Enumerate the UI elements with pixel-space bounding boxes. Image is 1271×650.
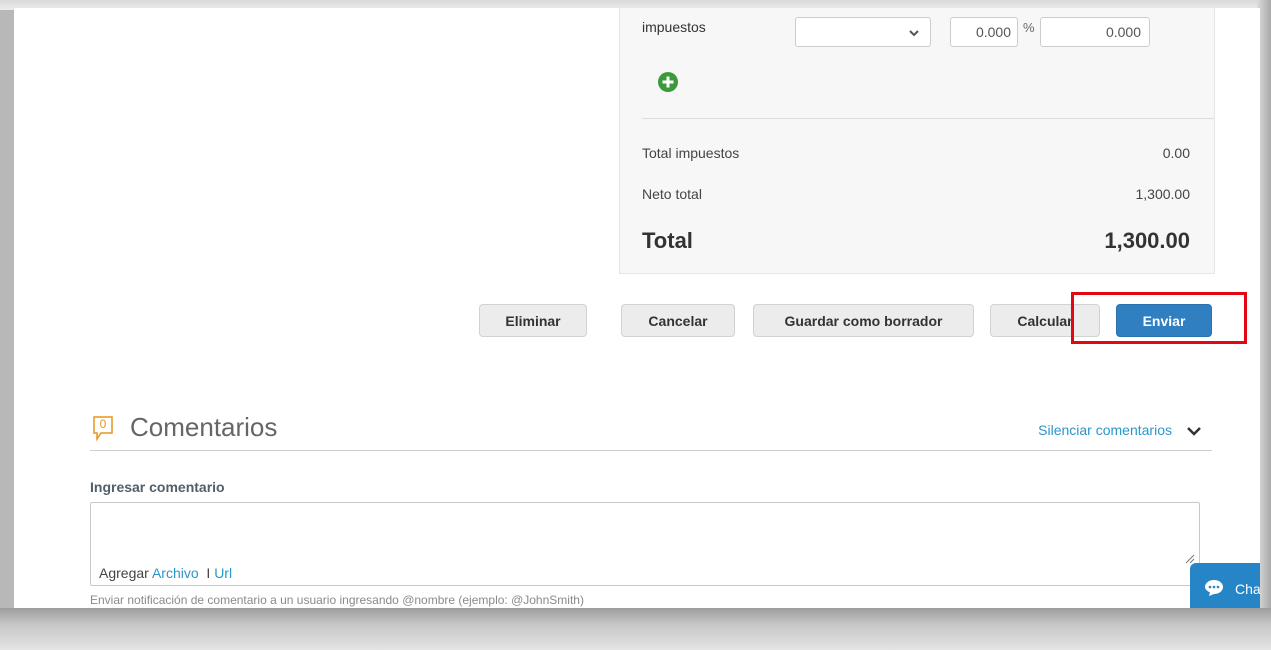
grand-total-value: 1,300.00 <box>1104 228 1190 253</box>
comment-input-label: Ingresar comentario <box>90 479 225 495</box>
mention-hint: Enviar notificación de comentario a un u… <box>90 593 584 607</box>
net-total-value: 1,300.00 <box>1135 186 1191 202</box>
tax-percent-input[interactable] <box>950 17 1018 47</box>
net-total-label: Neto total <box>642 186 702 202</box>
chevron-down-icon <box>908 26 920 44</box>
attach-url-link[interactable]: Url <box>214 565 232 581</box>
attach-file-link[interactable]: Archivo <box>152 565 199 581</box>
add-tax-icon[interactable] <box>657 71 679 93</box>
send-button[interactable]: Enviar <box>1116 304 1212 337</box>
mute-comments-link[interactable]: Silenciar comentarios <box>1038 422 1172 438</box>
tax-amount-input[interactable] <box>1040 17 1150 47</box>
percent-sign: % <box>1023 20 1035 35</box>
totals-summary-panel: impuestos % Total impuestos 0.00 Neto to… <box>619 8 1215 274</box>
delete-button[interactable]: Eliminar <box>479 304 587 337</box>
chat-button[interactable]: Chat <box>1190 563 1260 608</box>
tax-label: impuestos <box>642 19 706 35</box>
save-draft-button[interactable]: Guardar como borrador <box>753 304 974 337</box>
comment-textarea[interactable] <box>91 503 1203 561</box>
comments-title: Comentarios <box>130 412 278 442</box>
frame-edge-bottom <box>0 608 1271 650</box>
total-taxes-value: 0.00 <box>1162 145 1190 161</box>
chat-bubble-icon <box>1204 579 1224 602</box>
comments-header: 0 Comentarios Silenciar comentarios <box>90 410 1212 451</box>
tax-type-select[interactable] <box>795 17 931 47</box>
summary-divider <box>642 118 1214 119</box>
attach-prefix: Agregar <box>99 565 149 581</box>
attach-row: Agregar Archivo I Url <box>99 565 232 581</box>
chevron-down-icon[interactable] <box>1186 424 1202 442</box>
comment-bubble-icon: 0 <box>93 416 113 442</box>
calculate-button[interactable]: Calcular <box>990 304 1100 337</box>
comment-count: 0 <box>99 417 107 431</box>
comment-box: Agregar Archivo I Url <box>90 502 1203 586</box>
chat-label: Chat <box>1235 581 1260 597</box>
grand-total-label: Total <box>642 228 693 253</box>
total-taxes-label: Total impuestos <box>642 145 740 161</box>
attach-separator: I <box>206 565 211 581</box>
cancel-button[interactable]: Cancelar <box>621 304 735 337</box>
page: impuestos % Total impuestos 0.00 Neto to… <box>14 8 1260 608</box>
